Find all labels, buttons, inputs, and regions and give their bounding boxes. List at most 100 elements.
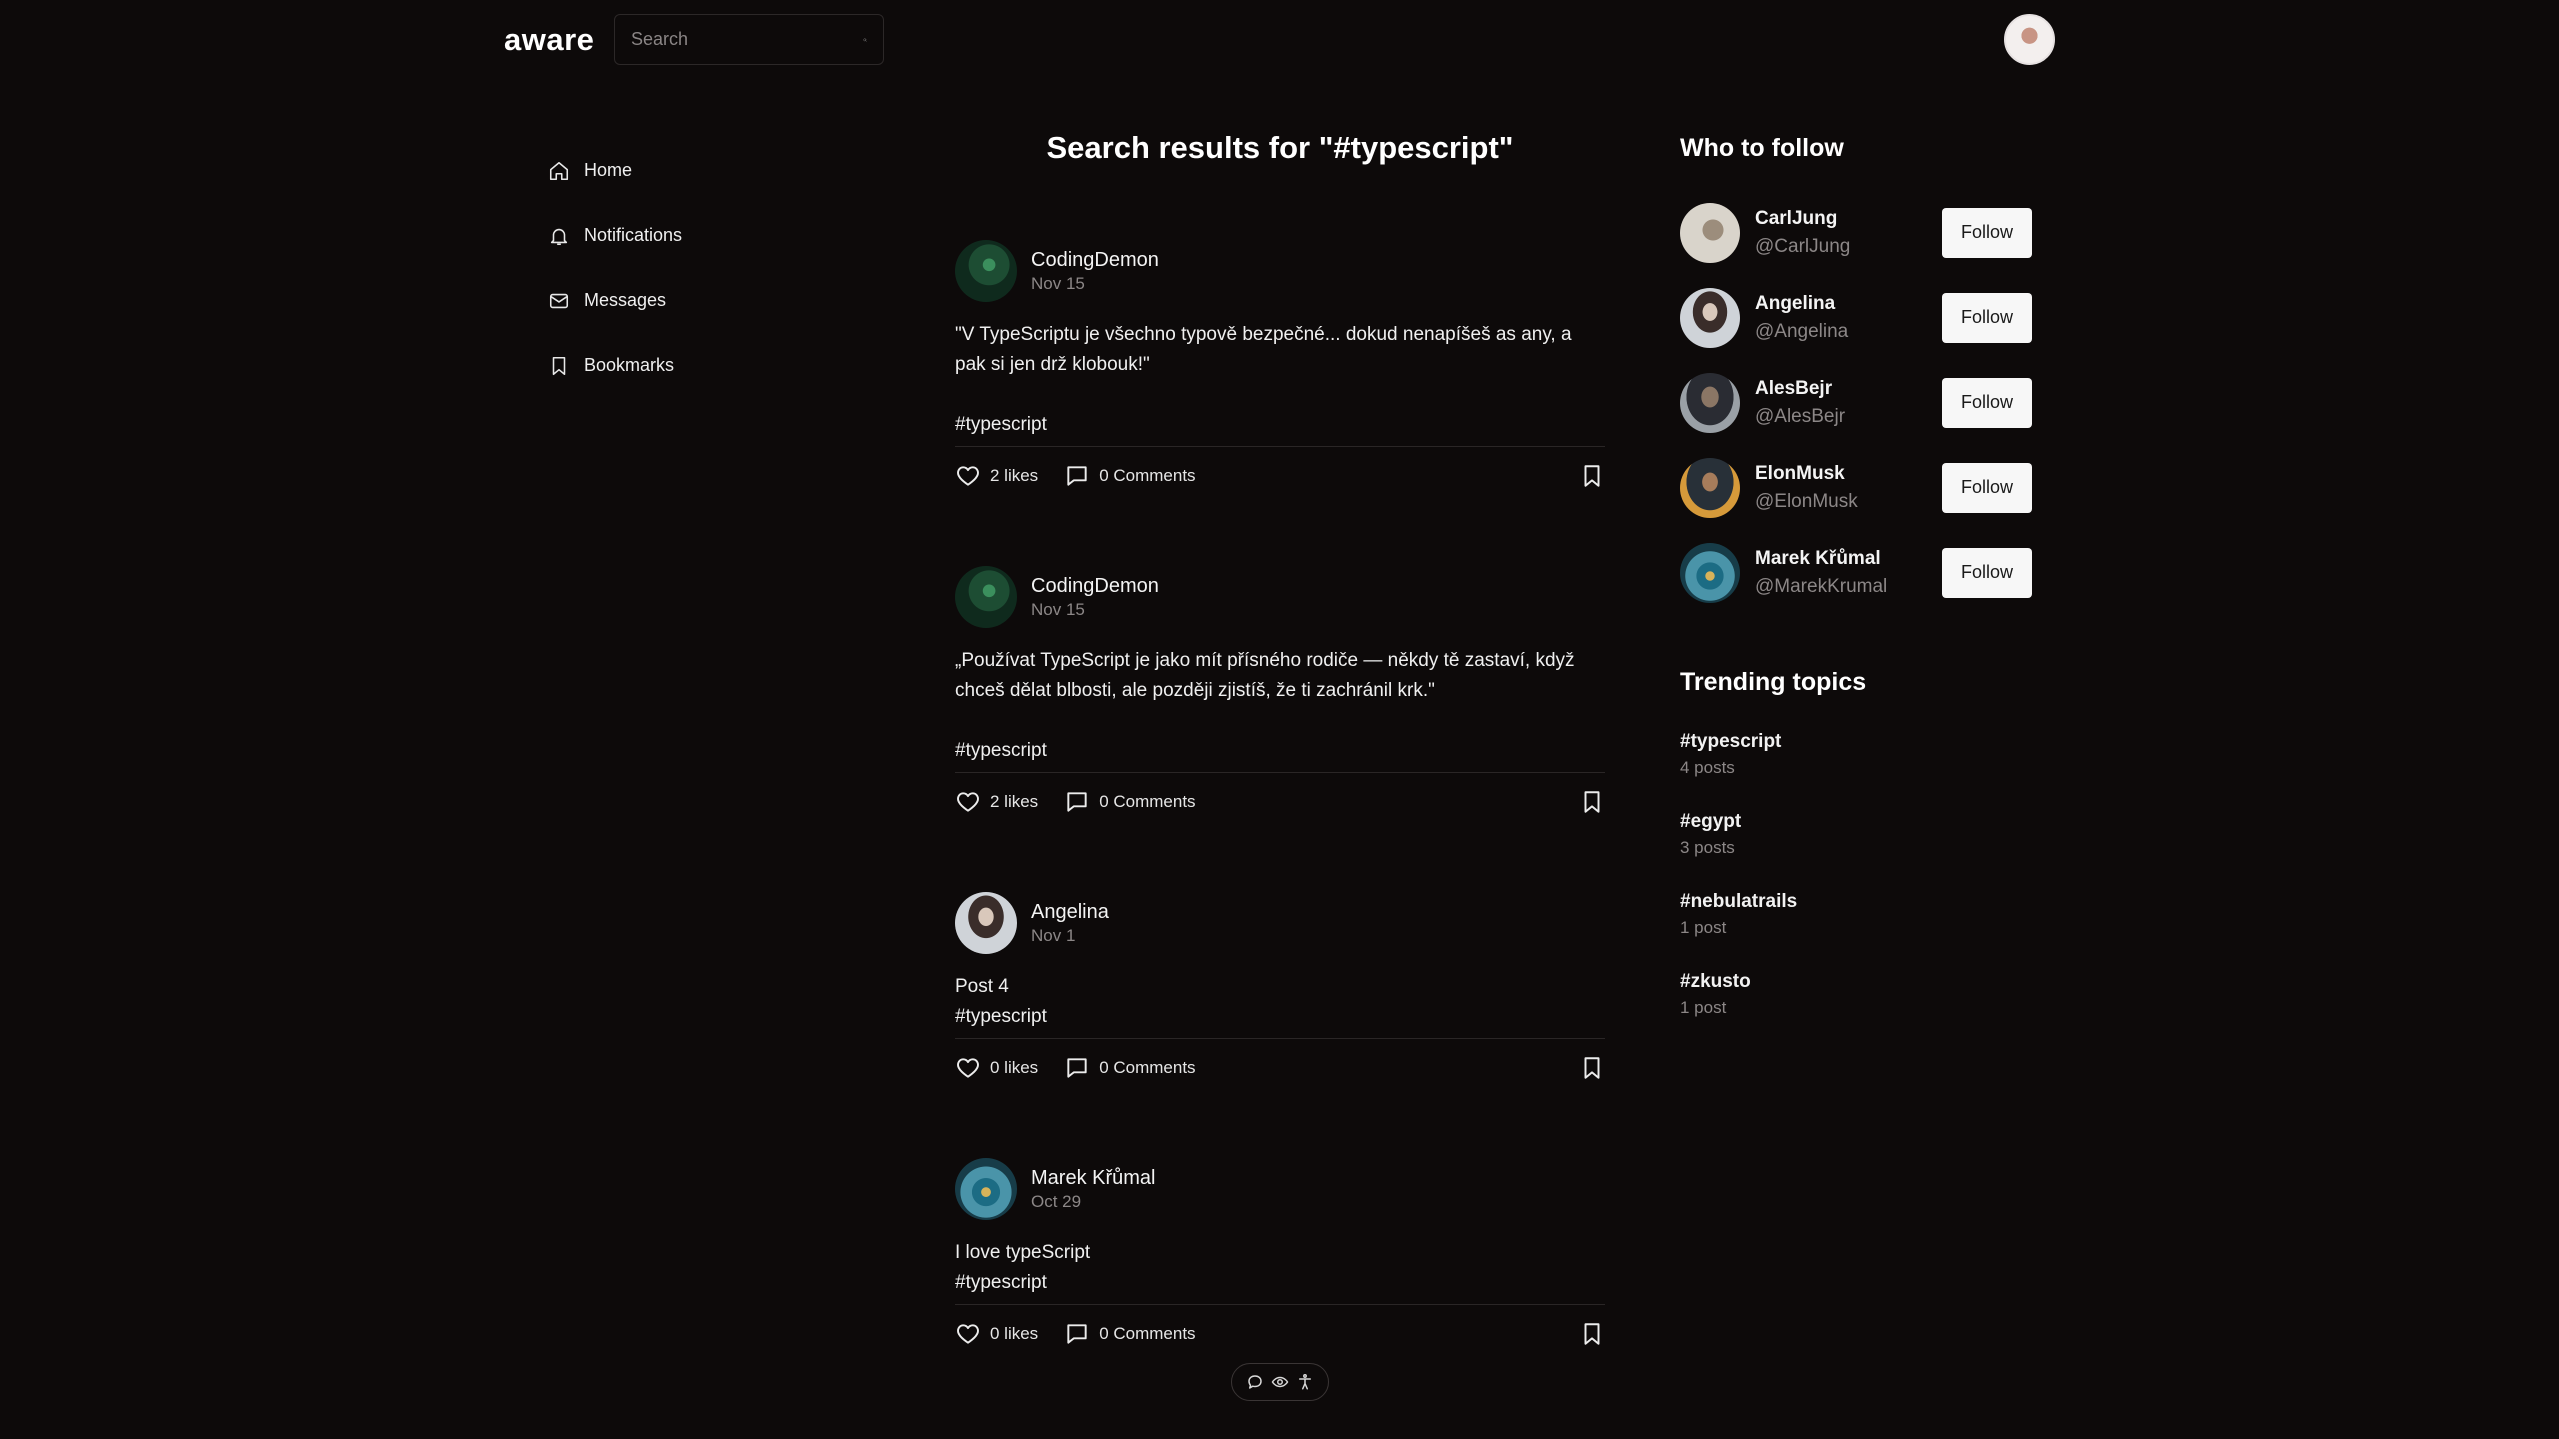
trending-tag[interactable]: #egypt xyxy=(1680,808,1797,836)
heart-icon xyxy=(957,1323,979,1344)
author-name[interactable]: Marek Křůmal xyxy=(1031,1165,1155,1191)
comments-button[interactable]: 0 Comments xyxy=(1064,1055,1196,1081)
trending-tag[interactable]: #typescript xyxy=(1680,728,1797,756)
bookmark-icon[interactable] xyxy=(1579,1321,1605,1347)
app-logo[interactable]: aware xyxy=(504,22,594,58)
author-name[interactable]: CodingDemon xyxy=(1031,247,1159,273)
author-avatar[interactable] xyxy=(955,240,1017,302)
trending-tag[interactable]: #zkusto xyxy=(1680,968,1797,996)
author-avatar[interactable] xyxy=(955,1158,1017,1220)
nav-label-notifications: Notifications xyxy=(584,225,683,245)
like-button[interactable]: 0 likes xyxy=(955,1055,1038,1081)
follow-button[interactable]: Follow xyxy=(1942,207,2032,258)
floating-toolbar xyxy=(1231,1363,1329,1401)
trending-list: #typescript 4 posts #egypt 3 posts #nebu… xyxy=(1680,728,1797,1048)
post-hashtag[interactable]: #typescript xyxy=(955,1268,1605,1298)
comments-button[interactable]: 0 Comments xyxy=(1064,1321,1196,1347)
suggestion-name[interactable]: ElonMusk xyxy=(1755,460,1942,488)
sidebar-nav: Home Notifications Messages Bookmarks xyxy=(548,138,682,398)
follow-suggestion: AlesBejr @AlesBejr Follow xyxy=(1680,360,2032,445)
eye-icon[interactable] xyxy=(1271,1373,1289,1391)
comment-icon xyxy=(1067,1057,1087,1078)
home-icon xyxy=(549,161,569,180)
follow-button[interactable]: Follow xyxy=(1942,462,2032,513)
post-hashtag[interactable]: #typescript xyxy=(955,410,1605,440)
search-input[interactable] xyxy=(631,29,863,50)
like-button[interactable]: 2 likes xyxy=(955,789,1038,815)
suggestion-avatar[interactable] xyxy=(1680,202,1740,263)
bell-icon xyxy=(550,228,568,245)
suggestion-avatar[interactable] xyxy=(1680,457,1740,518)
suggestion-name[interactable]: AlesBejr xyxy=(1755,375,1942,403)
suggestion-avatar[interactable] xyxy=(1680,287,1740,348)
follow-suggestion: Angelina @Angelina Follow xyxy=(1680,275,2032,360)
suggestion-avatar[interactable] xyxy=(1680,542,1740,603)
nav-item-bookmarks[interactable]: Bookmarks xyxy=(548,333,682,398)
trending-title: Trending topics xyxy=(1680,668,1867,696)
post-feed: CodingDemon Nov 15 "V TypeScriptu je vše… xyxy=(955,240,1605,1424)
suggestion-name[interactable]: Angelina xyxy=(1755,290,1942,318)
search-icon[interactable] xyxy=(863,27,867,53)
follow-button[interactable]: Follow xyxy=(1942,292,2032,343)
trending-item[interactable]: #egypt 3 posts xyxy=(1680,808,1797,888)
author-avatar[interactable] xyxy=(955,566,1017,628)
trending-count: 1 post xyxy=(1680,918,1727,937)
author-name[interactable]: Angelina xyxy=(1031,899,1109,925)
post-text: Post 4 xyxy=(955,976,1009,997)
follow-suggestion: Marek Křůmal @MarekKrumal Follow xyxy=(1680,530,2032,615)
chat-bubble-icon[interactable] xyxy=(1246,1373,1264,1391)
bookmark-icon[interactable] xyxy=(1579,1055,1605,1081)
suggestion-name[interactable]: Marek Křůmal xyxy=(1755,545,1942,573)
heart-icon xyxy=(957,791,979,812)
suggestion-name[interactable]: CarlJung xyxy=(1755,205,1942,233)
post-text: „Používat TypeScript je jako mít přísnéh… xyxy=(955,650,1575,701)
post-text: "V TypeScriptu je všechno typově bezpečn… xyxy=(955,324,1572,375)
suggestion-avatar[interactable] xyxy=(1680,372,1740,433)
comments-button[interactable]: 0 Comments xyxy=(1064,463,1196,489)
post-actions: 2 likes 0 Comments xyxy=(955,446,1605,504)
nav-label-home: Home xyxy=(584,160,633,180)
post-item: Angelina Nov 1 Post 4 #typescript 0 like… xyxy=(955,892,1605,1158)
who-to-follow-list: CarlJung @CarlJung Follow Angelina @Ange… xyxy=(1680,190,2032,615)
author-name[interactable]: CodingDemon xyxy=(1031,573,1159,599)
likes-count: 0 likes xyxy=(990,1323,1039,1343)
post-actions: 2 likes 0 Comments xyxy=(955,772,1605,830)
post-item: CodingDemon Nov 15 „Používat TypeScript … xyxy=(955,566,1605,892)
like-button[interactable]: 0 likes xyxy=(955,1321,1038,1347)
follow-button[interactable]: Follow xyxy=(1942,547,2032,598)
post-hashtag[interactable]: #typescript xyxy=(955,736,1605,766)
likes-count: 0 likes xyxy=(990,1057,1039,1077)
post-actions: 0 likes 0 Comments xyxy=(955,1304,1605,1362)
accessibility-icon[interactable] xyxy=(1296,1373,1314,1391)
trending-count: 1 post xyxy=(1680,998,1727,1017)
comment-icon xyxy=(1067,791,1087,812)
bookmark-icon[interactable] xyxy=(1579,463,1605,489)
trending-item[interactable]: #nebulatrails 1 post xyxy=(1680,888,1797,968)
trending-tag[interactable]: #nebulatrails xyxy=(1680,888,1797,916)
follow-button[interactable]: Follow xyxy=(1942,377,2032,428)
comments-button[interactable]: 0 Comments xyxy=(1064,789,1196,815)
post-date: Nov 15 xyxy=(1031,274,1085,293)
search-box[interactable] xyxy=(614,14,884,65)
heart-icon xyxy=(957,465,979,486)
post-text: I love typeScript xyxy=(955,1242,1091,1263)
nav-item-messages[interactable]: Messages xyxy=(548,268,682,333)
nav-item-home[interactable]: Home xyxy=(548,138,682,203)
comments-count: 0 Comments xyxy=(1099,791,1196,811)
post-actions: 0 likes 0 Comments xyxy=(955,1038,1605,1096)
nav-item-notifications[interactable]: Notifications xyxy=(548,203,682,268)
suggestion-handle: @ElonMusk xyxy=(1755,490,1858,512)
trending-item[interactable]: #typescript 4 posts xyxy=(1680,728,1797,808)
bookmark-icon[interactable] xyxy=(1579,789,1605,815)
follow-suggestion: ElonMusk @ElonMusk Follow xyxy=(1680,445,2032,530)
trending-item[interactable]: #zkusto 1 post xyxy=(1680,968,1797,1048)
page-title: Search results for "#typescript" xyxy=(1046,130,1514,165)
post-date: Nov 15 xyxy=(1031,600,1085,619)
trending-count: 3 posts xyxy=(1680,838,1735,857)
like-button[interactable]: 2 likes xyxy=(955,463,1038,489)
comment-icon xyxy=(1067,1323,1087,1344)
post-hashtag[interactable]: #typescript xyxy=(955,1002,1605,1032)
author-avatar[interactable] xyxy=(955,892,1017,954)
follow-suggestion: CarlJung @CarlJung Follow xyxy=(1680,190,2032,275)
user-avatar[interactable] xyxy=(2004,14,2055,65)
